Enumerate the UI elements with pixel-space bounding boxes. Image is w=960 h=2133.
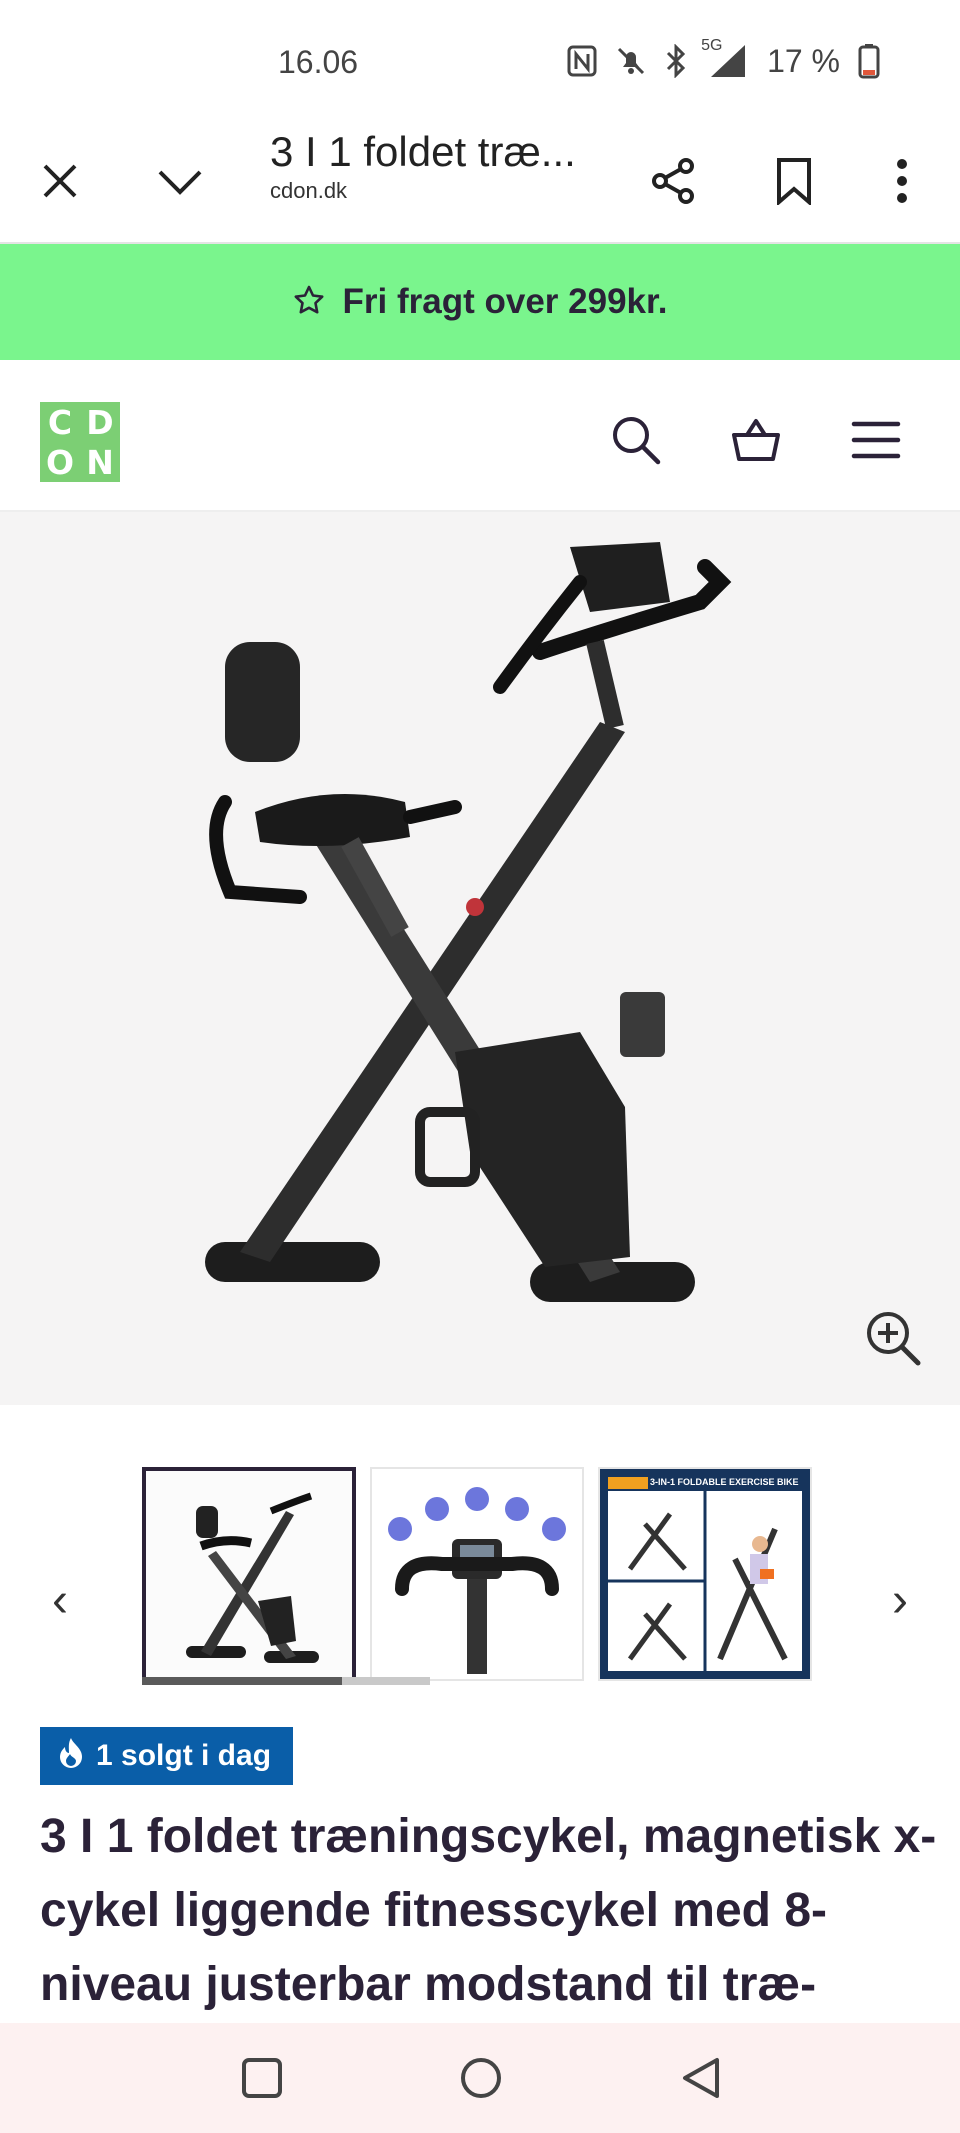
nfc-icon: [567, 45, 597, 77]
basket-icon[interactable]: [716, 400, 796, 480]
logo-letter: O: [45, 442, 75, 482]
thumbnail-console[interactable]: [370, 1467, 584, 1681]
home-circle-icon[interactable]: [426, 2023, 536, 2133]
page-url: cdon.dk: [270, 178, 348, 203]
search-icon[interactable]: [596, 400, 676, 480]
promo-banner[interactable]: Fri fragt over 299kr.: [0, 244, 960, 360]
share-icon[interactable]: [634, 120, 714, 242]
back-triangle-icon[interactable]: [646, 2023, 756, 2133]
logo-letter: N: [86, 442, 114, 482]
exercise-bike-illustration: [205, 542, 732, 1302]
battery-percent: 17 %: [767, 42, 840, 79]
sold-today-text: 1 solgt i dag: [96, 1739, 272, 1772]
prev-arrow[interactable]: ‹: [30, 1555, 90, 1645]
signal-5g-icon: 5G: [701, 37, 749, 79]
logo-letter: D: [86, 402, 114, 442]
next-arrow[interactable]: ›: [870, 1555, 930, 1645]
cdon-logo[interactable]: C D O N: [40, 402, 120, 482]
zoom-in-icon[interactable]: [864, 1309, 924, 1369]
star-outline-icon: [293, 284, 325, 321]
browser-toolbar: 3 I 1 foldet træ... cdon.dk: [0, 120, 960, 244]
page-title: 3 I 1 foldet træ...: [270, 128, 576, 175]
thumbnail-caption: 3-IN-1 FOLDABLE EXERCISE BIKE: [650, 1477, 799, 1487]
promo-text: Fri fragt over 299kr.: [342, 282, 668, 321]
product-image[interactable]: [0, 512, 960, 1405]
product-title: 3 I 1 foldet træningscykel, magnetisk x-…: [40, 1810, 937, 2011]
thumbnail-carousel: ‹ 3-IN-1 FOLDABLE EXERCISE BIKE ›: [0, 1405, 960, 1715]
sold-today-badge: 1 solgt i dag: [40, 1727, 294, 1785]
thumbnail-bike[interactable]: [142, 1467, 356, 1681]
battery-icon: [858, 43, 880, 79]
flame-icon: [58, 1736, 84, 1776]
status-bar: 16.06 5G 17 %: [0, 0, 960, 120]
bookmark-icon[interactable]: [754, 120, 834, 242]
close-icon[interactable]: [20, 120, 100, 242]
logo-letter: C: [47, 402, 73, 442]
mute-icon: [615, 45, 647, 77]
thumbnail-3in1[interactable]: 3-IN-1 FOLDABLE EXERCISE BIKE: [598, 1467, 812, 1681]
system-nav-bar: [0, 2023, 960, 2133]
more-vertical-icon[interactable]: [862, 120, 942, 242]
recents-square-icon[interactable]: [207, 2023, 317, 2133]
status-icons: 5G 17 %: [567, 37, 880, 82]
menu-icon[interactable]: [836, 400, 916, 480]
network-label: 5G: [701, 37, 723, 54]
status-time: 16.06: [278, 44, 359, 80]
thumbnail-scrollbar[interactable]: [142, 1677, 430, 1685]
thumbnail-scrollbar-thumb[interactable]: [142, 1677, 342, 1685]
chevron-down-icon[interactable]: [140, 120, 220, 242]
bluetooth-icon: [665, 44, 687, 78]
site-header: C D O N: [0, 360, 960, 512]
tab-title-area[interactable]: 3 I 1 foldet træ... cdon.dk: [270, 128, 610, 204]
